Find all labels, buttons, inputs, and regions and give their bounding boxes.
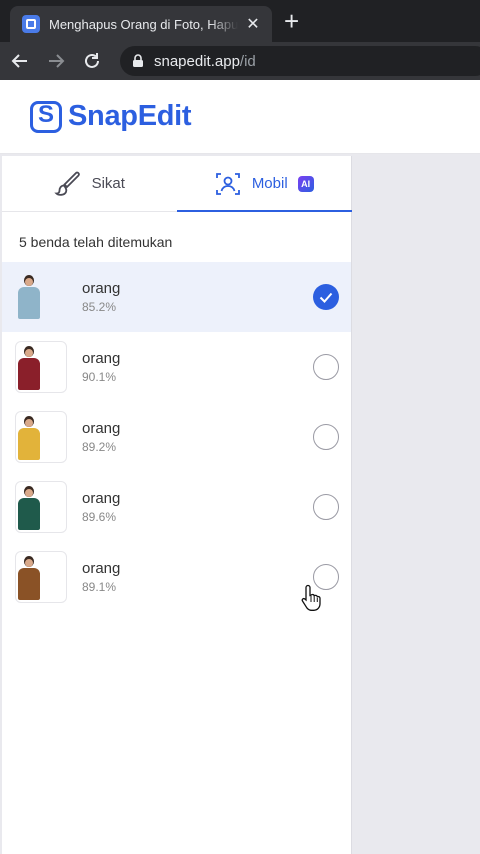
snapedit-favicon-icon [22, 15, 40, 33]
list-item[interactable]: orang 89.1% [2, 542, 351, 612]
panel-tabs: Sikat Mobil AI [2, 156, 352, 212]
browser-tabstrip: Menghapus Orang di Foto, Hapus Orang ✕ + [0, 0, 480, 42]
object-thumbnail [15, 551, 67, 603]
browser-toolbar: snapedit.app/id [0, 42, 480, 80]
address-bar[interactable]: snapedit.app/id [120, 46, 480, 76]
list-item[interactable]: orang 85.2% [2, 262, 351, 332]
hand-pointer-icon [301, 583, 323, 616]
tab-auto-label: Mobil [251, 175, 288, 192]
active-tab-indicator [177, 210, 352, 212]
tab-brush[interactable]: Sikat [2, 156, 177, 211]
checkbox-unchecked[interactable] [313, 424, 339, 450]
object-thumbnail [15, 481, 67, 533]
browser-tab[interactable]: Menghapus Orang di Foto, Hapus Orang ✕ [10, 6, 272, 42]
object-name: orang [82, 420, 121, 437]
app-header: SnapEdit [0, 80, 480, 154]
object-thumbnail [15, 411, 67, 463]
forward-arrow-icon[interactable] [40, 45, 72, 77]
object-thumbnail [15, 271, 67, 323]
object-confidence: 89.2% [82, 440, 117, 454]
list-item[interactable]: orang 89.2% [2, 402, 351, 472]
tab-brush-label: Sikat [91, 175, 125, 192]
lock-icon [133, 54, 143, 67]
checkbox-checked[interactable] [313, 284, 339, 310]
logo-text[interactable]: SnapEdit [68, 100, 192, 133]
list-item[interactable]: orang 90.1% [2, 332, 351, 402]
ai-badge: AI [297, 175, 314, 192]
checkbox-unchecked[interactable] [313, 354, 339, 380]
url-path: /id [239, 52, 256, 70]
object-confidence: 89.6% [82, 510, 117, 524]
object-confidence: 90.1% [82, 370, 117, 384]
object-name: orang [82, 280, 121, 297]
back-arrow-icon[interactable] [4, 45, 36, 77]
object-name: orang [82, 350, 121, 367]
object-list: orang 85.2% orang 90.1% orang 89.2% oran… [2, 262, 351, 612]
brush-icon [53, 171, 80, 196]
object-confidence: 85.2% [82, 300, 117, 314]
page: SnapEdit Sikat Mobil AI 5 be [0, 80, 480, 854]
snapedit-logo-icon[interactable] [30, 100, 62, 133]
object-name: orang [82, 560, 121, 577]
person-scan-icon [215, 172, 240, 195]
tab-auto[interactable]: Mobil AI [177, 156, 352, 211]
list-item[interactable]: orang 89.6% [2, 472, 351, 542]
checkbox-unchecked[interactable] [313, 494, 339, 520]
tab-title: Menghapus Orang di Foto, Hapus Orang [49, 16, 238, 32]
object-confidence: 89.1% [82, 580, 117, 594]
reload-icon[interactable] [76, 45, 108, 77]
object-name: orang [82, 490, 121, 507]
found-count-text: 5 benda telah ditemukan [19, 234, 173, 250]
object-thumbnail [15, 341, 67, 393]
checkmark-icon [319, 292, 333, 303]
tab-close-icon[interactable]: ✕ [242, 14, 264, 34]
object-panel: Sikat Mobil AI 5 benda telah ditemukan o… [2, 156, 352, 854]
new-tab-button[interactable]: + [284, 8, 299, 34]
url-host: snapedit.app [154, 52, 240, 70]
